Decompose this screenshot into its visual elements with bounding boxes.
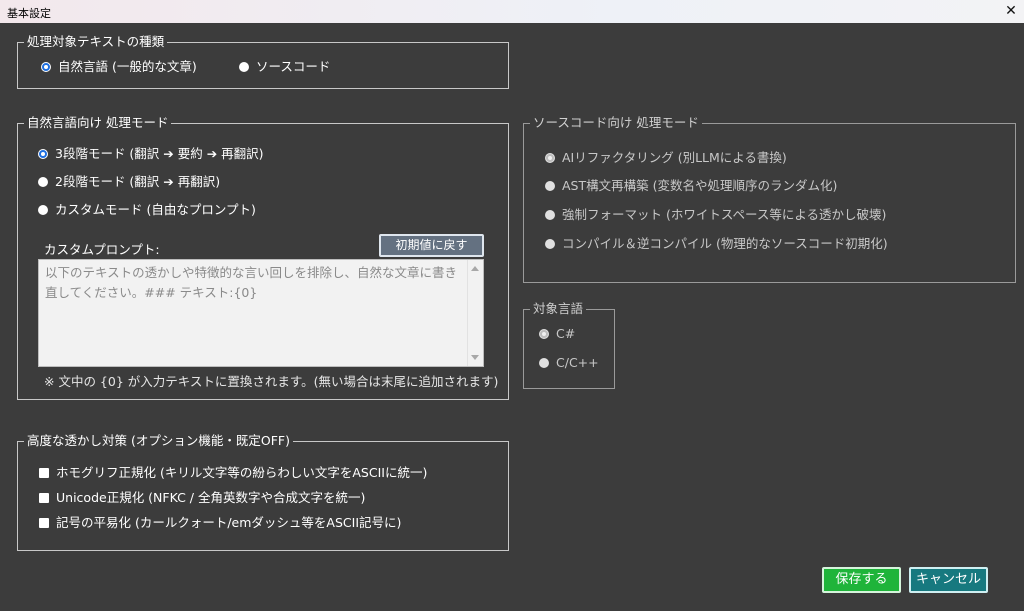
radio-csharp[interactable]: C#	[539, 326, 575, 342]
custom-prompt-textarea[interactable]: 以下のテキストの透かしや特徴的な言い回しを排除し、自然な文章に書き直してください…	[38, 259, 484, 367]
target-type-legend: 処理対象テキストの種類	[24, 34, 168, 50]
checkbox-symbols[interactable]: 記号の平易化 (カールクォート/emダッシュ等をASCII記号に)	[39, 515, 401, 531]
radio-two-stage[interactable]: 2段階モード (翻訳 ➔ 再翻訳)	[38, 174, 220, 190]
radio-selected-icon[interactable]	[38, 149, 48, 159]
source-mode-group: ソースコード向け 処理モード	[523, 115, 1016, 283]
checkbox-icon[interactable]	[39, 468, 49, 478]
radio-label: 強制フォーマット (ホワイトスペース等による透かし破壊)	[562, 207, 887, 222]
radio-selected-icon[interactable]	[545, 153, 555, 163]
scroll-down-icon[interactable]	[471, 355, 479, 360]
radio-label: C/C++	[556, 355, 599, 370]
scroll-up-icon[interactable]	[471, 266, 479, 271]
radio-source-code[interactable]: ソースコード	[239, 59, 330, 75]
radio-icon[interactable]	[38, 177, 48, 187]
checkbox-homoglyph[interactable]: ホモグリフ正規化 (キリル文字等の紛らわしい文字をASCIIに統一)	[39, 465, 427, 481]
radio-icon[interactable]	[545, 239, 555, 249]
radio-icon[interactable]	[545, 181, 555, 191]
radio-custom-mode[interactable]: カスタムモード (自由なプロンプト)	[38, 202, 256, 218]
checkbox-label: Unicode正規化 (NFKC / 全角英数字や合成文字を統一)	[56, 490, 366, 505]
reset-default-button[interactable]: 初期値に戻す	[379, 234, 484, 257]
target-language-group: 対象言語	[523, 301, 615, 389]
radio-icon[interactable]	[38, 205, 48, 215]
radio-icon[interactable]	[239, 62, 249, 72]
checkbox-label: ホモグリフ正規化 (キリル文字等の紛らわしい文字をASCIIに統一)	[56, 465, 428, 480]
radio-icon[interactable]	[545, 210, 555, 220]
radio-selected-icon[interactable]	[41, 62, 51, 72]
radio-label: 2段階モード (翻訳 ➔ 再翻訳)	[55, 174, 221, 189]
save-button[interactable]: 保存する	[822, 567, 901, 593]
radio-label: C#	[556, 326, 576, 341]
radio-selected-icon[interactable]	[539, 329, 549, 339]
textarea-scrollbar[interactable]	[467, 260, 483, 366]
source-mode-legend: ソースコード向け 処理モード	[530, 115, 702, 131]
radio-three-stage[interactable]: 3段階モード (翻訳 ➔ 要約 ➔ 再翻訳)	[38, 146, 264, 162]
advanced-legend: 高度な透かし対策 (オプション機能・既定OFF)	[24, 433, 293, 449]
radio-force-format[interactable]: 強制フォーマット (ホワイトスペース等による透かし破壊)	[545, 207, 886, 223]
radio-compile-decompile[interactable]: コンパイル＆逆コンパイル (物理的なソースコード初期化)	[545, 236, 888, 252]
radio-ast-rebuild[interactable]: AST構文再構築 (変数名や処理順序のランダム化)	[545, 178, 837, 194]
placeholder-note: ※ 文中の {0} が入力テキストに置換されます。(無い場合は末尾に追加されます…	[44, 374, 499, 389]
radio-label: AST構文再構築 (変数名や処理順序のランダム化)	[562, 178, 838, 193]
radio-label: コンパイル＆逆コンパイル (物理的なソースコード初期化)	[562, 236, 888, 251]
custom-prompt-label: カスタムプロンプト:	[44, 242, 160, 257]
checkbox-label: 記号の平易化 (カールクォート/emダッシュ等をASCII記号に)	[56, 515, 402, 530]
checkbox-icon[interactable]	[39, 518, 49, 528]
radio-label: 3段階モード (翻訳 ➔ 要約 ➔ 再翻訳)	[55, 146, 264, 161]
radio-natural-language[interactable]: 自然言語 (一般的な文章)	[41, 59, 197, 75]
custom-prompt-text: 以下のテキストの透かしや特徴的な言い回しを排除し、自然な文章に書き直してください…	[45, 265, 458, 300]
radio-label: 自然言語 (一般的な文章)	[58, 59, 197, 74]
checkbox-unicode[interactable]: Unicode正規化 (NFKC / 全角英数字や合成文字を統一)	[39, 490, 365, 506]
window-title: 基本設定	[7, 7, 51, 20]
title-bar: 基本設定 ✕	[0, 0, 1024, 23]
close-icon[interactable]: ✕	[998, 0, 1024, 23]
cancel-button[interactable]: キャンセル	[909, 567, 988, 593]
radio-label: AIリファクタリング (別LLMによる書換)	[562, 150, 787, 165]
radio-ai-refactoring[interactable]: AIリファクタリング (別LLMによる書換)	[545, 150, 787, 166]
target-language-legend: 対象言語	[530, 301, 587, 317]
radio-icon[interactable]	[539, 358, 549, 368]
radio-c-cpp[interactable]: C/C++	[539, 355, 599, 371]
natural-mode-legend: 自然言語向け 処理モード	[24, 115, 172, 131]
radio-label: カスタムモード (自由なプロンプト)	[55, 202, 256, 217]
checkbox-icon[interactable]	[39, 493, 49, 503]
radio-label: ソースコード	[256, 59, 331, 74]
